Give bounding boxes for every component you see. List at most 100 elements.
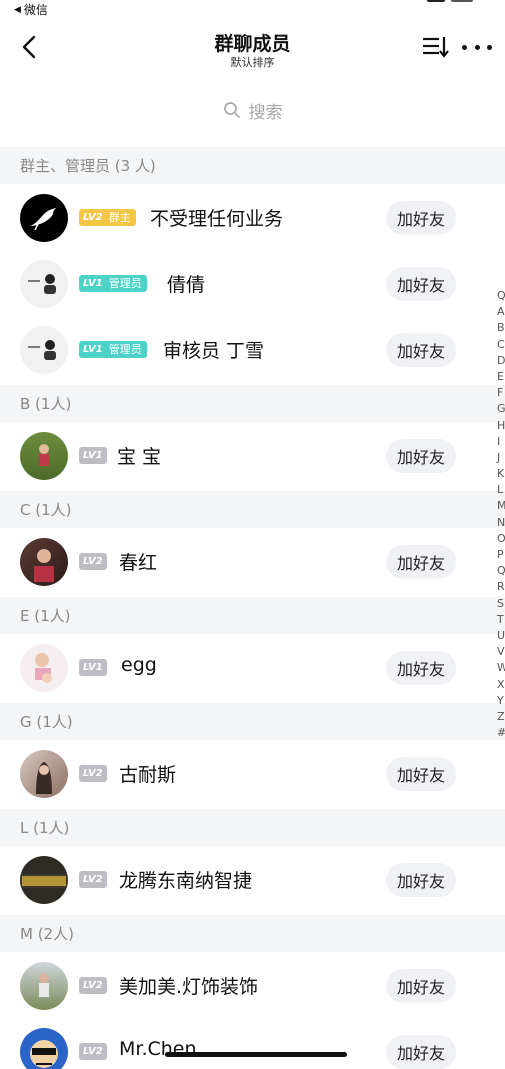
index-letter[interactable]: P <box>497 547 505 563</box>
section-header-c: C (1人) <box>0 491 505 528</box>
home-indicator[interactable] <box>165 1052 347 1057</box>
avatar <box>20 194 68 242</box>
list-item[interactable]: LV2 古耐斯 加好友 <box>0 741 505 807</box>
add-friend-button[interactable]: 加好友 <box>386 267 456 301</box>
section-header-m: M (2人) <box>0 915 505 952</box>
index-letter[interactable]: L <box>497 482 505 498</box>
index-letter[interactable]: S <box>497 596 505 612</box>
add-friend-button[interactable]: 加好友 <box>386 545 456 579</box>
member-level-badge: LV2 <box>79 765 107 782</box>
add-friend-button[interactable]: 加好友 <box>386 201 456 235</box>
member-level-badge: LV1 <box>79 659 107 676</box>
avatar <box>20 432 68 480</box>
member-name: 美加美.灯饰装饰 <box>119 976 259 998</box>
index-letter[interactable]: I <box>497 434 505 450</box>
nav-bar: 群聊成员 默认排序 <box>0 22 505 72</box>
avatar <box>20 962 68 1010</box>
list-item[interactable]: LV1 egg 加好友 <box>0 635 505 701</box>
list-item[interactable]: LV2 美加美.灯饰装饰 加好友 <box>0 953 505 1019</box>
index-letter[interactable]: M <box>497 498 505 514</box>
status-back-label: 微信 <box>23 3 48 17</box>
member-name: 龙腾东南纳智捷 <box>119 870 253 892</box>
index-letter[interactable]: F <box>497 385 505 401</box>
index-letter[interactable]: T <box>497 612 505 628</box>
search-placeholder: 搜索 <box>248 102 283 123</box>
admin-level-badge: LV1 管理员 <box>79 275 147 292</box>
avatar <box>20 644 68 692</box>
index-letter[interactable]: Y <box>497 693 505 709</box>
add-friend-button[interactable]: 加好友 <box>386 863 456 897</box>
add-friend-button[interactable]: 加好友 <box>386 439 456 473</box>
avatar <box>20 1028 68 1069</box>
avatar <box>20 750 68 798</box>
add-friend-button[interactable]: 加好友 <box>386 651 456 685</box>
member-level-badge: LV1 <box>79 447 107 464</box>
search-bar[interactable]: 搜索 <box>0 86 505 134</box>
section-header-e: E (1人) <box>0 597 505 634</box>
index-letter[interactable]: O <box>497 531 505 547</box>
member-level-badge: LV2 <box>79 977 107 994</box>
status-back-to-app[interactable]: ◀ 微信 <box>14 1 48 18</box>
index-letter[interactable]: U <box>497 628 505 644</box>
list-item[interactable]: LV2 春红 加好友 <box>0 529 505 595</box>
index-letter[interactable]: B <box>497 320 505 336</box>
admin-level-badge: LV1 管理员 <box>79 341 147 358</box>
member-level-badge: LV2 <box>79 871 107 888</box>
index-letter[interactable]: H <box>497 418 505 434</box>
list-item[interactable]: LV1 管理员 审核员 丁雪 加好友 <box>0 317 505 383</box>
avatar <box>20 856 68 904</box>
avatar <box>20 260 68 308</box>
list-item[interactable]: LV1 管理员 倩倩 加好友 <box>0 251 505 317</box>
index-letter[interactable]: R <box>497 579 505 595</box>
add-friend-button[interactable]: 加好友 <box>386 757 456 791</box>
index-letter[interactable]: G <box>497 401 505 417</box>
index-letter[interactable]: N <box>497 515 505 531</box>
index-letter[interactable]: X <box>497 677 505 693</box>
search-icon <box>223 102 240 118</box>
member-name: 春红 <box>119 552 158 574</box>
section-header-l: L (1人) <box>0 809 505 846</box>
section-header-admins: 群主、管理员 (3 人) <box>0 147 505 184</box>
avatar <box>20 538 68 586</box>
dot-icon <box>474 44 480 50</box>
member-level-badge: LV2 <box>79 1043 107 1060</box>
dot-icon <box>487 44 492 50</box>
list-item[interactable]: LV2 群主 不受理任何业务 加好友 <box>0 185 505 251</box>
member-name: 倩倩 <box>167 274 206 296</box>
status-indicators <box>427 0 475 4</box>
list-item[interactable]: LV1 宝 宝 加好友 <box>0 423 505 489</box>
avatar <box>20 326 68 374</box>
list-item[interactable]: LV2 Mr.Chen 加好友 <box>0 1019 505 1069</box>
index-letter[interactable]: A <box>497 304 505 320</box>
alphabet-index-bar[interactable]: Q A B C D E F G H I J K L M N O P Q R S … <box>497 288 505 741</box>
member-level-badge: LV2 <box>79 553 107 570</box>
sort-icon[interactable] <box>421 34 449 60</box>
index-letter[interactable]: D <box>497 353 505 369</box>
owner-level-badge: LV2 群主 <box>79 209 136 226</box>
add-friend-button[interactable]: 加好友 <box>386 333 456 367</box>
index-letter[interactable]: W <box>497 660 505 676</box>
member-name: 宝 宝 <box>117 446 162 468</box>
status-bar: ◀ 微信 <box>0 0 505 22</box>
dot-icon <box>462 44 467 50</box>
index-letter[interactable]: K <box>497 466 505 482</box>
index-letter[interactable]: V <box>497 644 505 660</box>
member-name: 不受理任何业务 <box>150 208 284 230</box>
index-letter[interactable]: Q <box>497 563 505 579</box>
add-friend-button[interactable]: 加好友 <box>386 1035 456 1069</box>
index-letter[interactable]: J <box>497 450 505 466</box>
section-header-b: B (1人) <box>0 385 505 422</box>
index-letter[interactable]: C <box>497 337 505 353</box>
member-name: egg <box>121 654 157 676</box>
member-name: 古耐斯 <box>119 764 177 786</box>
index-letter[interactable]: E <box>497 369 505 385</box>
section-header-g: G (1人) <box>0 703 505 740</box>
list-item[interactable]: LV2 龙腾东南纳智捷 加好友 <box>0 847 505 913</box>
more-options-button[interactable] <box>462 35 492 59</box>
add-friend-button[interactable]: 加好友 <box>386 969 456 1003</box>
index-letter[interactable]: Z <box>497 709 505 725</box>
member-name: 审核员 丁雪 <box>163 340 265 362</box>
back-triangle-icon: ◀ <box>14 4 21 15</box>
index-letter[interactable]: # <box>497 725 505 741</box>
index-letter[interactable]: Q <box>497 288 505 304</box>
